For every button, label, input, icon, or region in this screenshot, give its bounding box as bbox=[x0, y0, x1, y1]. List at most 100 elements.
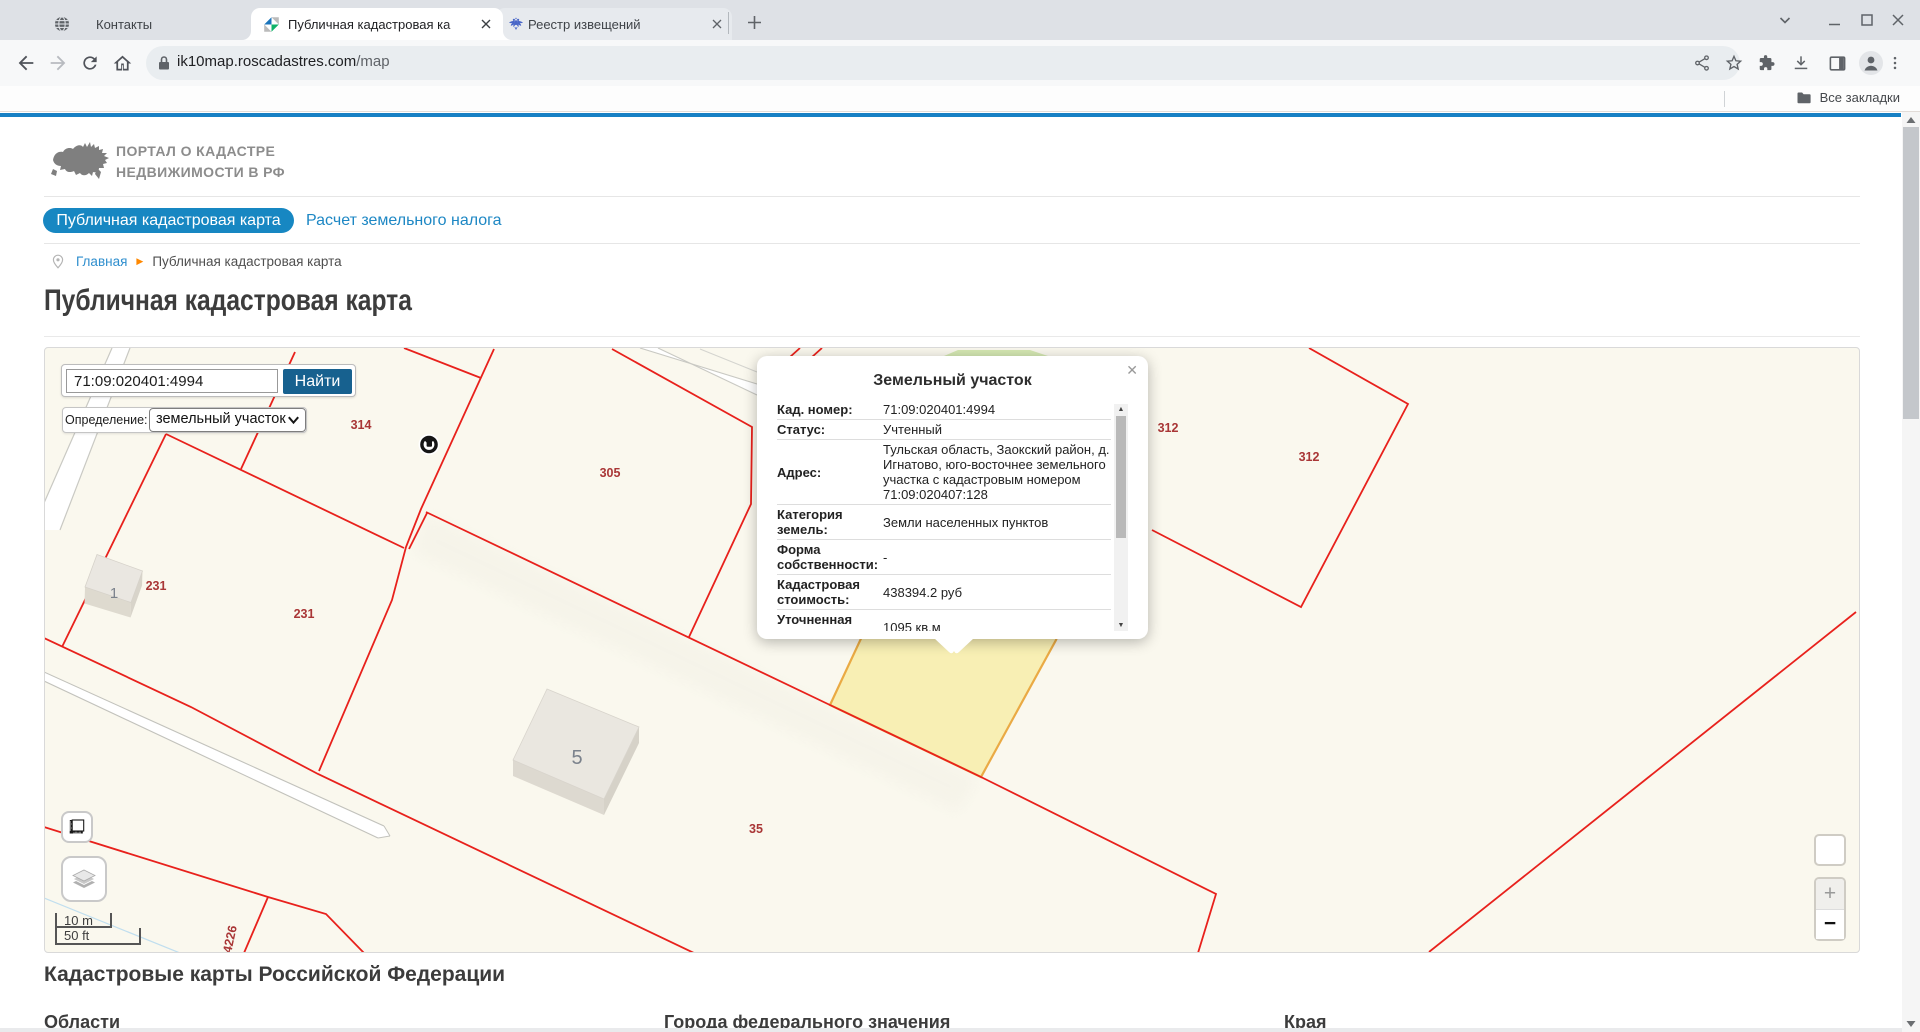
breadcrumb: Главная ▶ Публичная кадастровая карта bbox=[52, 253, 342, 269]
popup-row: Кад. номер:71:09:020401:4994 bbox=[777, 400, 1111, 420]
popup-scrollbar-thumb[interactable] bbox=[1116, 416, 1126, 538]
downloads-icon[interactable] bbox=[1785, 47, 1817, 79]
popup-row-label: Форма собственности: bbox=[777, 540, 881, 574]
nav-link-land-tax[interactable]: Расчет земельного налога bbox=[306, 212, 502, 230]
lock-icon bbox=[157, 55, 171, 76]
popup-row: Статус:Учтенный bbox=[777, 420, 1111, 440]
scrollbar-up-icon[interactable] bbox=[1902, 112, 1920, 128]
scroll-up-icon[interactable]: ▲ bbox=[1114, 404, 1128, 415]
layers-button[interactable] bbox=[61, 856, 107, 902]
bookmark-star-icon[interactable] bbox=[1718, 47, 1750, 79]
section-title: Кадастровые карты Российской Федерации bbox=[44, 963, 505, 987]
popup-scrollbar[interactable]: ▲ ▼ bbox=[1114, 404, 1128, 631]
popup-row-value: - bbox=[881, 540, 1111, 574]
nav-tab-public-map[interactable]: Публичная кадастровая карта bbox=[43, 208, 294, 233]
scroll-down-icon[interactable]: ▼ bbox=[1114, 620, 1128, 631]
location-marker-icon bbox=[419, 434, 440, 455]
home-button[interactable] bbox=[106, 47, 138, 79]
selected-option: земельный участок bbox=[156, 411, 286, 427]
share-icon[interactable] bbox=[1686, 47, 1718, 79]
page-viewport: ПОРТАЛ О КАДАСТРЕ НЕДВИЖИМОСТИ В РФ Публ… bbox=[0, 112, 1920, 1032]
zoom-control: + − bbox=[1814, 877, 1846, 941]
eagle-icon bbox=[508, 16, 524, 32]
popup-row-label: Статус: bbox=[777, 420, 881, 439]
popup-row-label: Кад. номер: bbox=[777, 400, 881, 419]
url-text: ik10map.roscadastres.com/map bbox=[177, 53, 390, 70]
map-search-box: Найти bbox=[61, 364, 356, 397]
parcel-label: 305 bbox=[600, 466, 621, 480]
folder-icon bbox=[1796, 91, 1812, 105]
layers-icon bbox=[71, 867, 97, 891]
window-minimize-button[interactable] bbox=[1827, 0, 1843, 40]
site-top-accent bbox=[0, 113, 1901, 117]
browser-tab-bar: Контакты Публичная кадастровая ка Реестр… bbox=[0, 0, 1920, 40]
parcel-label: 312 bbox=[1158, 421, 1179, 435]
popup-row-value: Тульская область, Заокский район, д. Игн… bbox=[881, 440, 1111, 504]
bottom-band bbox=[0, 1028, 1902, 1032]
parcel-label: 4226 bbox=[220, 924, 239, 953]
parcel-label: 231 bbox=[146, 579, 167, 593]
tab-title: Реестр извещений bbox=[528, 17, 688, 32]
cadastral-map[interactable]: 314305231231312312354226 15 Найти Опреде… bbox=[44, 347, 1860, 953]
url-bar[interactable]: ik10map.roscadastres.com/map bbox=[146, 46, 1740, 80]
map-pin-icon bbox=[52, 254, 64, 269]
popup-row: Категория земель:Земли населенных пункто… bbox=[777, 505, 1111, 540]
globe-icon bbox=[54, 16, 70, 32]
tab-close-icon[interactable] bbox=[477, 15, 495, 33]
all-bookmarks-label: Все закладки bbox=[1820, 90, 1900, 105]
page-title: Публичная кадастровая карта bbox=[44, 284, 412, 318]
new-tab-button[interactable] bbox=[740, 8, 768, 36]
map-filter-box: Определение: земельный участок bbox=[62, 407, 307, 433]
tab-cadastral-map-active[interactable]: Публичная кадастровая ка bbox=[251, 8, 503, 40]
browser-toolbar: ik10map.roscadastres.com/map bbox=[0, 40, 1920, 86]
russia-map-logo[interactable] bbox=[49, 138, 112, 190]
page-scrollbar-thumb[interactable] bbox=[1903, 127, 1919, 419]
extensions-puzzle-icon[interactable] bbox=[1750, 47, 1782, 79]
road-band-to-popup bbox=[640, 348, 757, 395]
popup-row-label: Уточненная площадь: bbox=[777, 610, 881, 631]
window-close-button[interactable] bbox=[1890, 0, 1906, 40]
forward-button[interactable] bbox=[42, 47, 74, 79]
all-bookmarks-button[interactable]: Все закладки bbox=[1796, 90, 1900, 105]
menu-kebab-icon[interactable] bbox=[1879, 47, 1911, 79]
scrollbar-down-icon[interactable] bbox=[1902, 1016, 1920, 1032]
divider bbox=[44, 243, 1860, 244]
popup-row-value: Земли населенных пунктов bbox=[881, 505, 1111, 539]
reload-button[interactable] bbox=[74, 47, 106, 79]
popup-row-value: Учтенный bbox=[881, 420, 1111, 439]
divider bbox=[44, 196, 1860, 197]
map-extra-button[interactable] bbox=[1814, 834, 1846, 866]
side-panel-icon[interactable] bbox=[1821, 47, 1853, 79]
scale-imperial: 50 ft bbox=[55, 928, 141, 945]
window-maximize-button[interactable] bbox=[1859, 0, 1875, 40]
breadcrumb-home-link[interactable]: Главная bbox=[76, 254, 127, 269]
popup-row-value: 1095 кв.м bbox=[881, 610, 1111, 631]
page-scrollbar[interactable] bbox=[1902, 112, 1920, 1032]
map-scale-control: 10 m 50 ft bbox=[55, 913, 141, 945]
object-type-select[interactable]: земельный участок bbox=[149, 408, 306, 432]
search-input[interactable] bbox=[66, 369, 278, 393]
bookmarks-bar: Все закладки bbox=[0, 86, 1920, 112]
building-label: 1 bbox=[110, 585, 118, 602]
popup-row-label: Кадастровая стоимость: bbox=[777, 575, 881, 609]
back-button[interactable] bbox=[10, 47, 42, 79]
divider bbox=[44, 336, 1860, 337]
search-button[interactable]: Найти bbox=[283, 369, 352, 394]
tab-title: Публичная кадастровая ка bbox=[288, 17, 474, 32]
popup-title: Земельный участок bbox=[757, 372, 1148, 390]
tab-close-icon[interactable] bbox=[708, 15, 726, 33]
popup-row-label: Адрес: bbox=[777, 440, 881, 504]
parcel-label: 35 bbox=[749, 822, 763, 836]
tab-registry[interactable]: Реестр извещений bbox=[496, 8, 732, 40]
measure-tool-button[interactable] bbox=[61, 811, 93, 843]
popup-row-label: Категория земель: bbox=[777, 505, 881, 539]
logo-line2: НЕДВИЖИМОСТИ В РФ bbox=[116, 162, 285, 183]
logo-line1: ПОРТАЛ О КАДАСТРЕ bbox=[116, 141, 285, 162]
breadcrumb-arrow-icon: ▶ bbox=[136, 256, 143, 267]
building-label: 5 bbox=[571, 747, 582, 769]
filter-label: Определение: bbox=[65, 413, 148, 427]
site-logo-text[interactable]: ПОРТАЛ О КАДАСТРЕ НЕДВИЖИМОСТИ В РФ bbox=[116, 141, 285, 183]
tab-search-chevron-icon[interactable] bbox=[1778, 0, 1792, 40]
zoom-in-button[interactable]: + bbox=[1816, 879, 1844, 910]
zoom-out-button[interactable]: − bbox=[1816, 911, 1844, 939]
